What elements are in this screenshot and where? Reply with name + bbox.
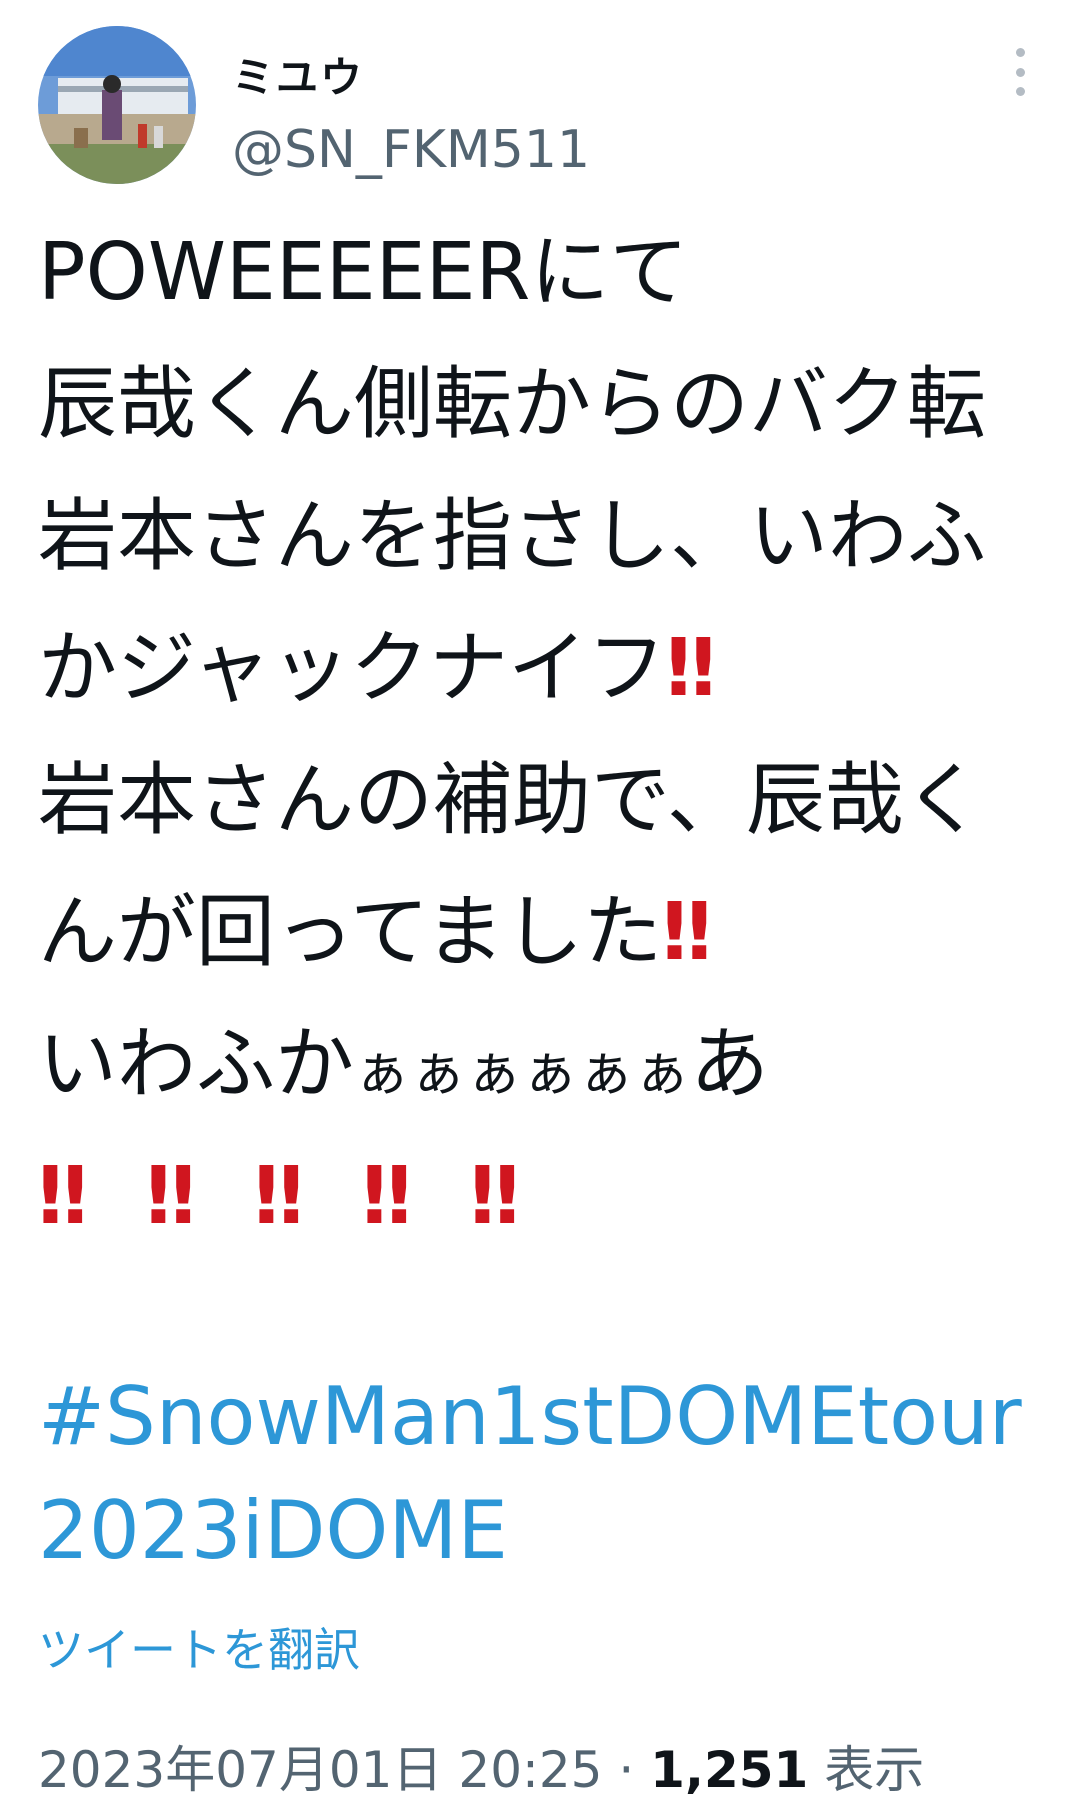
tweet-line-text: 岩本さんの補助で、辰哉く [38, 754, 983, 846]
tweet-line-text: かジャックナイフ [38, 622, 667, 714]
more-dot [1015, 87, 1025, 96]
meta-separator: · [602, 1741, 651, 1799]
tweet-line-small-text: ぁぁぁぁぁぁ [354, 1040, 690, 1105]
more-vertical-icon[interactable] [1005, 48, 1035, 96]
tweet-line: んが回ってました‼ [38, 866, 1068, 998]
double-exclamation-emoji: ‼ [666, 622, 715, 714]
timestamp[interactable]: 2023年07月01日 20:25 [38, 1741, 602, 1799]
tweet-line-text: んが回ってました [38, 886, 663, 978]
double-exclamation-emoji: ‼ [662, 886, 711, 978]
tweet-line: いわふかぁぁぁぁぁぁあ [38, 998, 1068, 1130]
views-label: 表示 [808, 1741, 925, 1799]
tweet-line: かジャックナイフ‼ [38, 602, 1068, 734]
more-dot [1015, 67, 1025, 77]
tweet-line-text: いわふか [38, 1018, 354, 1110]
tweet-line-text: あ [690, 1018, 769, 1110]
avatar[interactable] [38, 26, 196, 184]
emoji-row: ‼ ‼ ‼ ‼ ‼ [38, 1130, 1068, 1262]
double-exclamation-emoji: ‼ [470, 1150, 520, 1242]
hashtag-link[interactable]: #SnowMan1stDOMEtour2023iDOME [38, 1360, 1058, 1588]
translate-tweet-link[interactable]: ツイートを翻訳 [38, 1614, 360, 1680]
user-handle[interactable]: @SN_FKM511 [232, 120, 590, 180]
double-exclamation-emoji: ‼ [38, 1150, 88, 1242]
double-exclamation-emoji: ‼ [254, 1150, 304, 1242]
double-exclamation-emoji: ‼ [362, 1150, 412, 1242]
tweet-line: 岩本さんを指さし、いわふ [38, 470, 1068, 602]
tweet-line: 辰哉くん側転からのバク転 [38, 338, 1068, 470]
view-count: 1,251 [650, 1741, 809, 1799]
tweet-line-text: 岩本さんを指さし、いわふ [38, 490, 986, 582]
display-name[interactable]: ミユウ [232, 44, 364, 105]
more-dot [1015, 48, 1025, 57]
tweet-line-text: 辰哉くん側転からのバク転 [38, 358, 986, 450]
tweet-line: 岩本さんの補助で、辰哉く [38, 734, 1068, 866]
tweet-text: POWEEEEERにて 辰哉くん側転からのバク転 岩本さんを指さし、いわふ かジ… [38, 206, 1068, 1262]
avatar-image [38, 26, 196, 184]
tweet-meta: 2023年07月01日 20:25 · 1,251 表示 [38, 1730, 924, 1802]
tweet-line: POWEEEEERにて [38, 206, 1068, 338]
double-exclamation-emoji: ‼ [146, 1150, 196, 1242]
tweet-line-text: POWEEEEERにて [38, 226, 689, 318]
